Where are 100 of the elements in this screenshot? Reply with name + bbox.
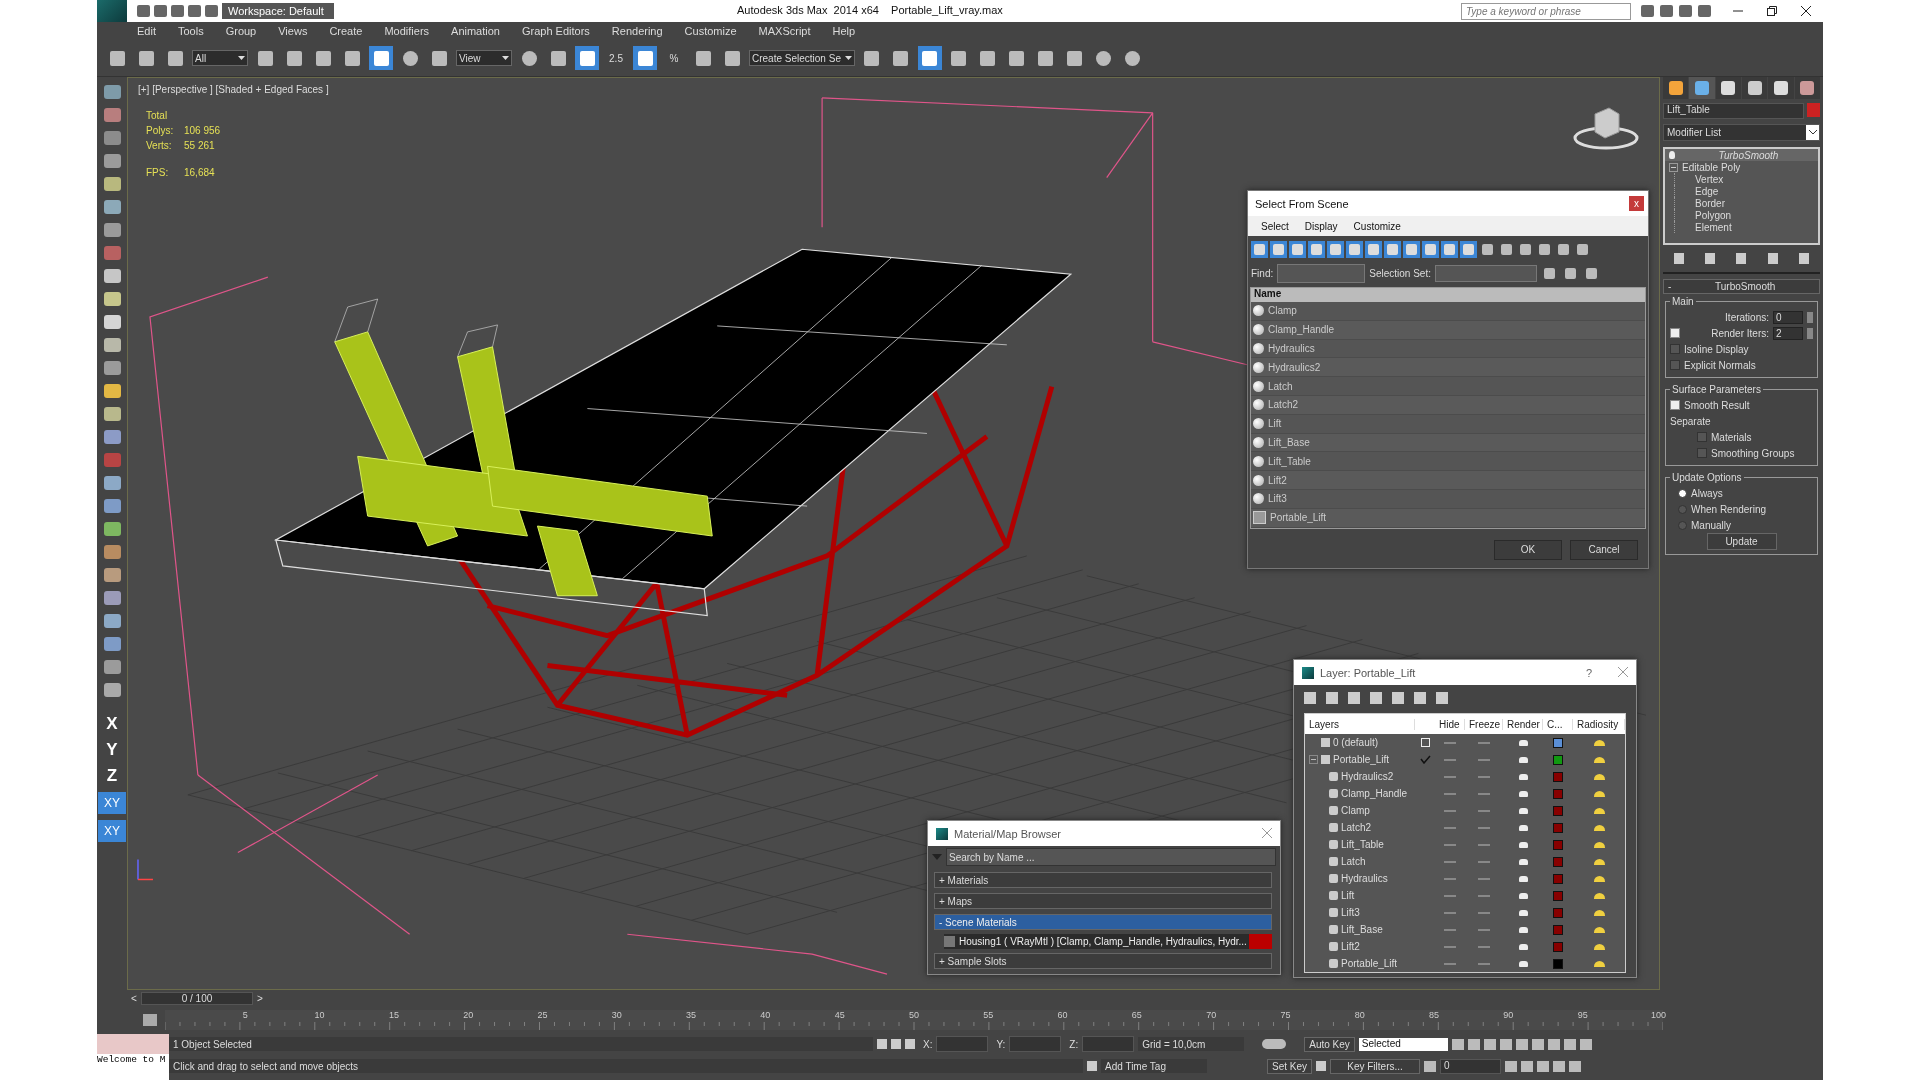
tool-icon[interactable]: [103, 499, 121, 513]
object-row[interactable]: Lift2: [1251, 471, 1645, 490]
axis-constraint-button[interactable]: XY: [98, 820, 126, 842]
spinner-field[interactable]: 0: [1773, 310, 1803, 324]
hide-toggle[interactable]: [1444, 928, 1456, 931]
menu-item[interactable]: Animation: [451, 25, 500, 37]
radio-button[interactable]: [1678, 488, 1687, 498]
menu-item[interactable]: MAXScript: [758, 25, 811, 37]
freeze-toggle[interactable]: [1478, 894, 1490, 897]
freeze-toggle[interactable]: [1478, 962, 1490, 965]
object-name[interactable]: Latch2: [1341, 822, 1372, 833]
menu-item[interactable]: Customize: [1353, 220, 1401, 232]
menu-item[interactable]: Display: [1304, 220, 1338, 232]
stack-tool-icon[interactable]: [1767, 253, 1778, 264]
tool-icon[interactable]: [103, 430, 121, 444]
object-name[interactable]: Lift3: [1341, 907, 1360, 918]
infocenter-icon[interactable]: [1660, 5, 1673, 17]
sub-object-item[interactable]: Edge: [1695, 185, 1719, 197]
freeze-toggle[interactable]: [1478, 792, 1490, 795]
object-name[interactable]: Hydraulics2: [1341, 771, 1394, 782]
playback-icon[interactable]: [1515, 1038, 1528, 1050]
modifier-list-dropdown[interactable]: Modifier List: [1663, 124, 1820, 141]
radio-button[interactable]: [1678, 520, 1687, 530]
current-layer-box[interactable]: [1420, 738, 1430, 747]
dropdown-caret-icon[interactable]: [844, 56, 852, 60]
object-name[interactable]: Hydraulics: [1341, 873, 1388, 884]
navigation-icon[interactable]: [1553, 1060, 1566, 1072]
add-time-tag-button[interactable]: Add Time Tag: [1101, 1059, 1207, 1073]
toolbar-dropdown[interactable]: Create Selection Se: [749, 50, 855, 66]
column-header[interactable]: C...: [1543, 718, 1573, 730]
freeze-toggle[interactable]: [1478, 809, 1490, 812]
color-swatch[interactable]: [1553, 822, 1563, 833]
checkbox[interactable]: [1697, 448, 1707, 458]
stack-tool-icon[interactable]: [1736, 253, 1747, 264]
modifier-item[interactable]: Editable Poly: [1682, 161, 1741, 173]
tool-icon[interactable]: [103, 522, 121, 536]
color-swatch[interactable]: [1553, 737, 1563, 748]
tool-icon[interactable]: [103, 315, 121, 329]
filter-toggle[interactable]: [1251, 241, 1268, 258]
freeze-toggle[interactable]: [1478, 826, 1490, 829]
navigation-icon[interactable]: [1531, 1038, 1544, 1050]
filter-toggle[interactable]: [1289, 241, 1306, 258]
radiosity-icon[interactable]: [1593, 858, 1605, 865]
radio-label[interactable]: Always: [1691, 487, 1723, 499]
freeze-toggle[interactable]: [1478, 877, 1490, 880]
filter-toggle[interactable]: [1441, 241, 1458, 258]
command-panel-tab[interactable]: [1715, 77, 1741, 99]
tool-icon[interactable]: [103, 131, 121, 145]
category-header[interactable]: + Materials: [934, 872, 1272, 888]
navigation-icon[interactable]: [1537, 1060, 1550, 1072]
command-panel-tab[interactable]: [1768, 77, 1794, 99]
checkbox-label[interactable]: Isoline Display: [1684, 343, 1749, 355]
hide-toggle[interactable]: [1444, 826, 1456, 829]
spinner-arrows-icon[interactable]: [1807, 311, 1813, 323]
hide-toggle[interactable]: [1444, 792, 1456, 795]
help-button[interactable]: ?: [1585, 666, 1592, 679]
snap-toggle[interactable]: 2.5: [604, 46, 628, 70]
menu-item[interactable]: Group: [225, 25, 257, 37]
color-swatch[interactable]: [1553, 805, 1563, 816]
workspace-dropdown[interactable]: Workspace: Default: [222, 3, 334, 19]
object-row[interactable]: Hydraulics2: [1251, 358, 1645, 378]
coordinate-field[interactable]: [936, 1036, 989, 1052]
lightbulb-icon[interactable]: [1669, 151, 1675, 159]
key-icon[interactable]: [1262, 1039, 1287, 1049]
color-swatch[interactable]: [1553, 941, 1563, 952]
tool-icon[interactable]: [103, 269, 121, 283]
playback-icon[interactable]: [1467, 1038, 1480, 1050]
checkbox-label[interactable]: Smoothing Groups: [1711, 447, 1795, 459]
color-swatch[interactable]: [1553, 873, 1563, 884]
quick-access-icon[interactable]: [154, 5, 167, 17]
hide-toggle[interactable]: [1444, 877, 1456, 880]
snap-toggle[interactable]: %: [662, 46, 686, 70]
object-name[interactable]: Clamp_Handle: [1341, 788, 1408, 799]
key-filter-icon[interactable]: [1316, 1061, 1327, 1071]
radiosity-icon[interactable]: [1593, 926, 1605, 933]
column-header[interactable]: Freeze: [1465, 718, 1503, 730]
search-field[interactable]: Type a keyword or phrase: [1461, 2, 1631, 20]
object-name[interactable]: Clamp: [1341, 805, 1370, 816]
freeze-toggle[interactable]: [1478, 928, 1490, 931]
menu-item[interactable]: Edit: [137, 25, 156, 37]
menu-item[interactable]: Select: [1261, 220, 1289, 232]
filter-toggle[interactable]: [1403, 241, 1420, 258]
checkbox[interactable]: [1670, 328, 1680, 338]
tool-icon[interactable]: [103, 200, 121, 214]
set-key-button[interactable]: Set Key: [1267, 1058, 1313, 1074]
navigation-icon[interactable]: [1521, 1060, 1534, 1072]
hide-toggle[interactable]: [1444, 945, 1456, 948]
dropdown-caret-icon[interactable]: [238, 56, 245, 60]
key-mode-dropdown[interactable]: Selected: [1358, 1037, 1448, 1051]
radiosity-icon[interactable]: [1593, 824, 1605, 831]
axis-constraint-button[interactable]: X: [106, 714, 118, 734]
navigation-icon[interactable]: [1563, 1038, 1576, 1050]
column-header[interactable]: Hide: [1435, 718, 1465, 730]
category-header[interactable]: + Sample Slots: [934, 953, 1272, 969]
tool-icon[interactable]: [103, 568, 121, 582]
tool-icon[interactable]: [103, 154, 121, 168]
radiosity-icon[interactable]: [1593, 909, 1605, 916]
collapse-toggle[interactable]: [1309, 755, 1318, 764]
menu-item[interactable]: Modifiers: [384, 25, 430, 37]
filter-toggle[interactable]: [1384, 241, 1401, 258]
